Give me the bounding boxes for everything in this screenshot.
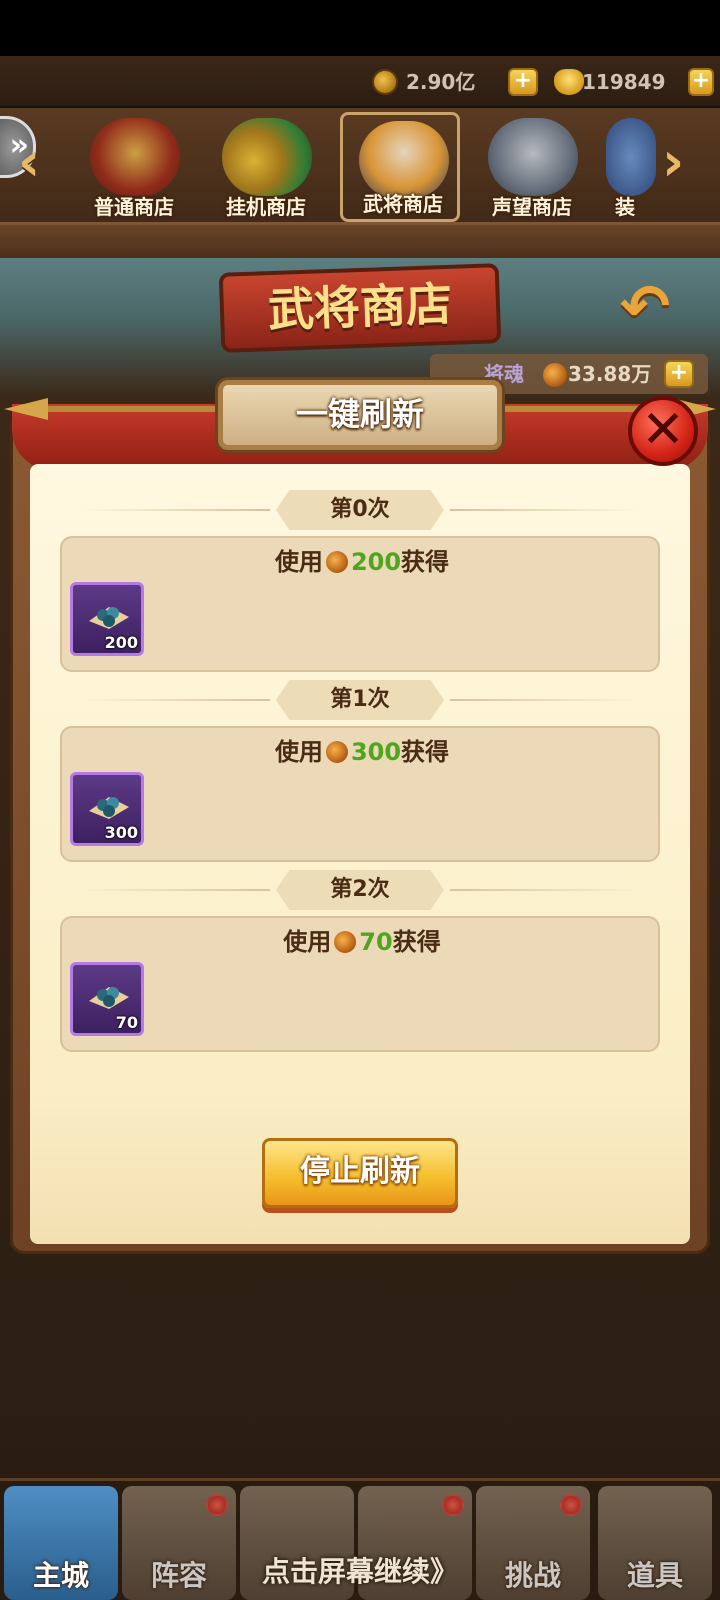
jade-beads-icon <box>89 797 129 819</box>
notification-badge <box>442 1494 464 1516</box>
gold-amount: 2.90亿 <box>406 70 476 94</box>
round-header-label: 第0次 <box>276 490 444 530</box>
tabs-scroll-right-arrow[interactable]: › <box>662 130 684 193</box>
round-card: 使用 70获得 70 <box>60 916 660 1052</box>
back-arrow-button[interactable]: ↶ <box>620 272 670 342</box>
tab-prestige-shop[interactable]: 声望商店 <box>472 112 592 222</box>
item-quantity: 70 <box>115 1013 138 1032</box>
shelf-ledge <box>0 222 720 258</box>
round-header: 第1次 <box>80 680 640 720</box>
soul-coin-icon <box>325 741 348 763</box>
notification-badge <box>206 1494 228 1516</box>
treasure-chest-icon <box>90 118 180 196</box>
soul-coin-icon <box>325 551 348 573</box>
soul-amount: 33.88万 <box>568 362 652 386</box>
cost-line: 使用 300获得 <box>274 738 450 766</box>
item-quantity: 300 <box>104 823 138 842</box>
cost-amount: 200 <box>350 548 402 576</box>
reward-item-slot[interactable]: 70 <box>70 962 144 1036</box>
cost-amount: 300 <box>350 738 402 766</box>
cost-line: 使用 200获得 <box>274 548 450 576</box>
ingot-amount: 119849 <box>582 70 666 94</box>
dialog-title: 一键刷新 <box>218 380 502 450</box>
round-header-label: 第2次 <box>276 870 444 910</box>
gold-add-button[interactable]: + <box>508 68 538 96</box>
close-button[interactable]: ✕ <box>628 396 698 466</box>
cost-amount: 70 <box>359 928 393 956</box>
shop-title-banner: 武将商店 <box>218 263 502 353</box>
status-bar <box>0 0 720 56</box>
close-icon: ✕ <box>641 400 685 460</box>
jade-beads-icon <box>89 987 129 1009</box>
ingot-add-button[interactable]: + <box>688 68 714 96</box>
gold-coin-icon <box>372 69 398 95</box>
reward-item-slot[interactable]: 200 <box>70 582 144 656</box>
tabs-scroll-left-arrow[interactable]: ‹ <box>18 130 40 193</box>
jade-beads-icon <box>89 607 129 629</box>
cost-line: 使用 70获得 <box>283 928 441 956</box>
round-card: 使用 300获得 300 <box>60 726 660 862</box>
item-quantity: 200 <box>104 633 138 652</box>
currency-bar: 2.90亿 + 119849 + <box>0 56 720 108</box>
tab-idle-shop[interactable]: 挂机商店 <box>206 112 326 222</box>
reward-item-slot[interactable]: 300 <box>70 772 144 846</box>
round-header: 第0次 <box>80 490 640 530</box>
round-header: 第2次 <box>80 870 640 910</box>
round-card: 使用 200获得 200 <box>60 536 660 672</box>
ingot-icon <box>554 69 584 95</box>
soul-coin-icon <box>334 931 357 953</box>
tap-to-continue-hint[interactable]: 点击屏幕继续》 <box>0 1550 720 1590</box>
coins-and-jade-icon <box>222 118 312 196</box>
tab-equipment-shop[interactable]: 装 <box>600 112 660 222</box>
soul-add-button[interactable]: + <box>664 360 694 388</box>
soul-coin-icon <box>543 363 567 387</box>
notification-badge <box>560 1494 582 1516</box>
stop-refresh-button[interactable]: 停止刷新 <box>262 1138 458 1208</box>
tab-hero-shop[interactable]: 武将商店 <box>340 112 460 222</box>
round-header-label: 第1次 <box>276 680 444 720</box>
tab-normal-shop[interactable]: 普通商店 <box>74 112 194 222</box>
armor-icon <box>606 118 656 196</box>
shield-swords-icon <box>488 118 578 196</box>
